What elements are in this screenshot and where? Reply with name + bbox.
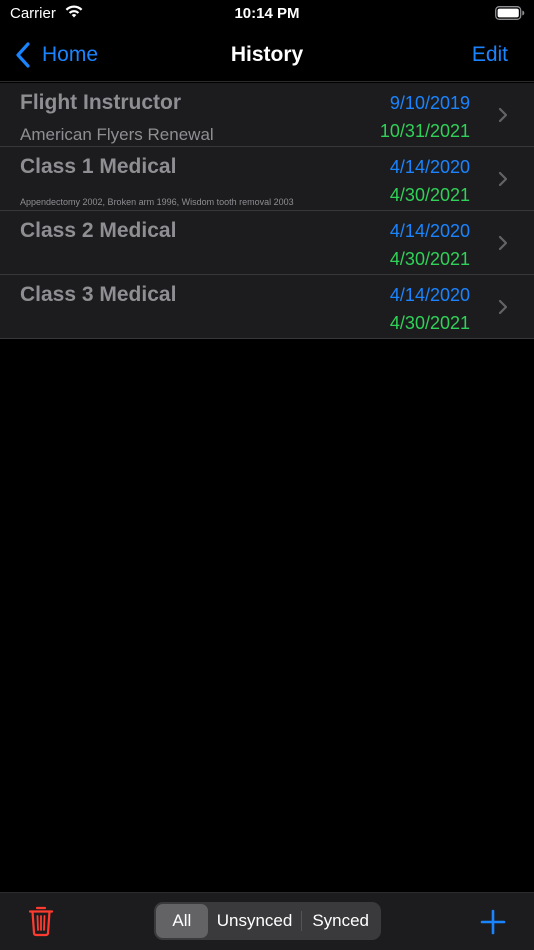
list-item[interactable]: Flight Instructor American Flyers Renewa… <box>0 83 534 147</box>
chevron-right-icon <box>498 299 508 315</box>
chevron-right-icon <box>498 235 508 251</box>
row-subtitle: American Flyers Renewal <box>20 125 214 144</box>
status-time: 10:14 PM <box>234 5 300 22</box>
list-item[interactable]: Class 3 Medical 4/14/2020 4/30/2021 <box>0 275 534 339</box>
status-bar: Carrier 10:14 PM <box>0 0 534 30</box>
bottom-toolbar: All Unsynced Synced <box>0 892 534 950</box>
add-button[interactable] <box>480 909 506 940</box>
battery-icon <box>495 6 525 25</box>
row-title: Class 1 Medical <box>20 155 177 178</box>
list-item[interactable]: Class 2 Medical 4/14/2020 4/30/2021 <box>0 211 534 275</box>
navigation-bar: Home History Edit <box>0 30 534 82</box>
sync-filter-segmented-control: All Unsynced Synced <box>154 902 381 940</box>
row-expiry-date: 4/30/2021 <box>389 313 470 333</box>
trash-icon <box>28 906 54 937</box>
row-start-date: 4/14/2020 <box>389 221 470 241</box>
list-item[interactable]: Class 1 Medical Appendectomy 2002, Broke… <box>0 147 534 211</box>
segment-synced[interactable]: Synced <box>302 904 379 938</box>
history-list: Flight Instructor American Flyers Renewa… <box>0 83 534 339</box>
row-expiry-date: 4/30/2021 <box>389 185 470 205</box>
row-start-date: 4/14/2020 <box>389 157 470 177</box>
chevron-right-icon <box>498 107 508 123</box>
page-title: History <box>230 43 304 66</box>
plus-icon <box>480 909 506 935</box>
segment-unsynced[interactable]: Unsynced <box>208 904 302 938</box>
row-expiry-date: 10/31/2021 <box>379 121 470 141</box>
segment-all[interactable]: All <box>156 904 208 938</box>
row-subtitle: Appendectomy 2002, Broken arm 1996, Wisd… <box>20 197 294 207</box>
edit-button[interactable]: Edit <box>472 43 508 67</box>
history-screen: Carrier 10:14 PM Home History Edit Fligh… <box>0 0 534 950</box>
delete-button[interactable] <box>28 905 54 942</box>
row-title: Class 2 Medical <box>20 219 177 242</box>
chevron-right-icon <box>498 171 508 187</box>
row-start-date: 9/10/2019 <box>389 93 470 113</box>
row-title: Class 3 Medical <box>20 283 177 306</box>
row-start-date: 4/14/2020 <box>389 285 470 305</box>
row-expiry-date: 4/30/2021 <box>389 249 470 269</box>
row-title: Flight Instructor <box>20 91 181 114</box>
